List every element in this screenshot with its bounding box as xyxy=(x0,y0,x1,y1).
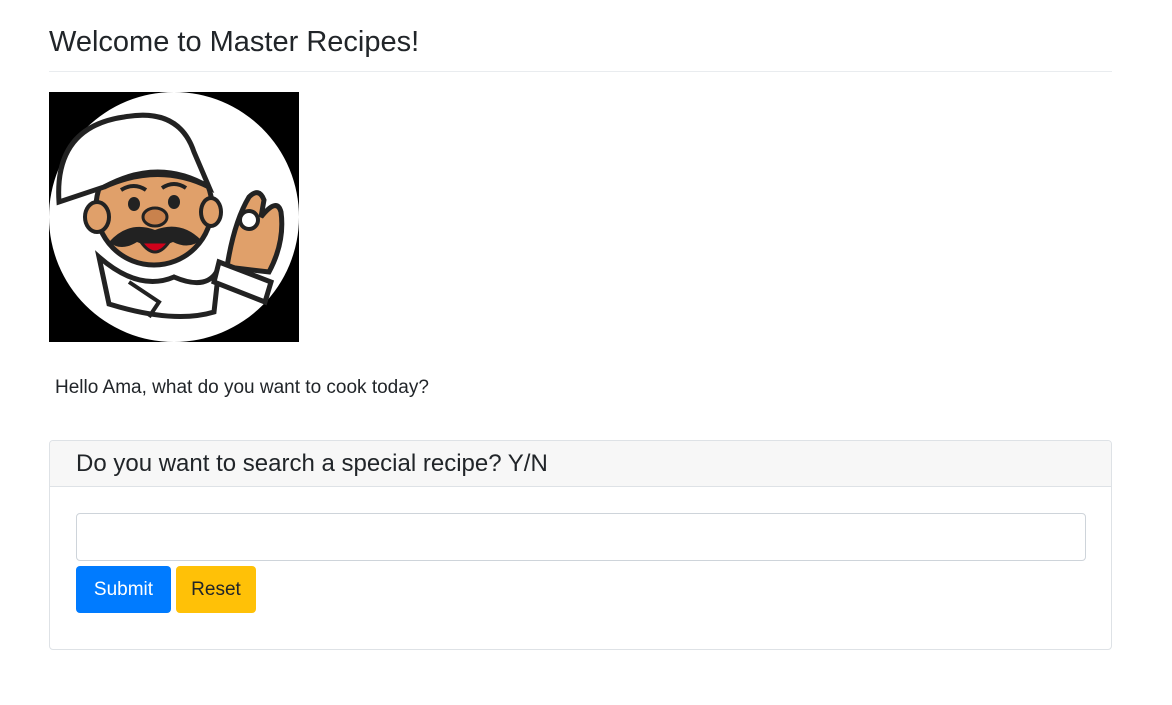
page-title: Welcome to Master Recipes! xyxy=(49,26,420,58)
submit-button[interactable]: Submit xyxy=(76,566,171,613)
search-question: Do you want to search a special recipe? … xyxy=(76,450,548,477)
title-divider xyxy=(49,71,1112,72)
answer-input[interactable] xyxy=(76,513,1086,561)
search-recipe-card: Do you want to search a special recipe? … xyxy=(49,440,1112,650)
card-header: Do you want to search a special recipe? … xyxy=(50,441,1111,487)
reset-button[interactable]: Reset xyxy=(176,566,256,613)
greeting-text: Hello Ama, what do you want to cook toda… xyxy=(55,377,429,398)
chef-mascot-icon xyxy=(49,92,299,342)
